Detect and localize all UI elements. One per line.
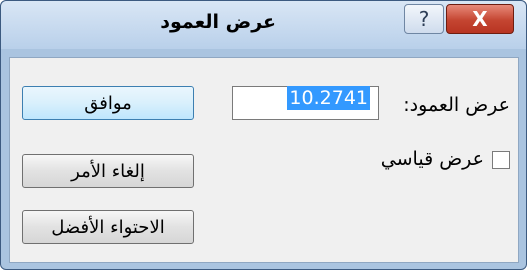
ok-button[interactable]: موافق [22, 86, 194, 120]
column-width-value: 10.2741 [287, 86, 370, 110]
column-width-label: عرض العمود: [403, 94, 510, 116]
help-button[interactable]: ? [404, 4, 444, 34]
close-icon: X [472, 7, 488, 31]
standard-width-label: عرض قياسي [380, 148, 484, 170]
dialog-title: عرض العمود [160, 11, 276, 33]
best-fit-button[interactable]: الاحتواء الأفضل [22, 210, 194, 244]
standard-width-checkbox[interactable] [492, 151, 510, 169]
close-button[interactable]: X [446, 4, 514, 34]
help-icon: ? [418, 7, 430, 31]
column-width-dialog: عرض العمود ? X عرض العمود: 10.2741 عرض ق… [0, 0, 527, 270]
cancel-button[interactable]: إلغاء الأمر [22, 154, 194, 188]
title-bar[interactable]: عرض العمود ? X [1, 1, 526, 49]
column-width-input[interactable]: 10.2741 [232, 86, 379, 120]
dialog-body: عرض العمود: 10.2741 عرض قياسي موافق إلغا… [9, 57, 519, 263]
